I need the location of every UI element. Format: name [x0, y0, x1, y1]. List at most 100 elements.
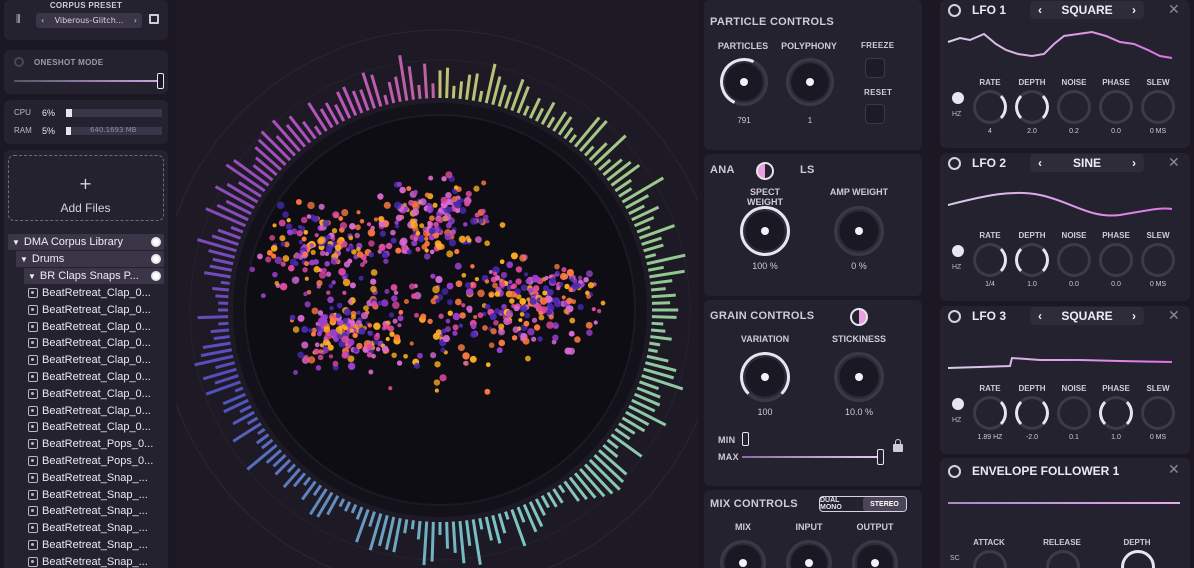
- lfo-slew-knob[interactable]: [1141, 396, 1175, 430]
- lfo-noise-knob[interactable]: [1057, 90, 1091, 124]
- particle: [470, 331, 477, 338]
- save-icon[interactable]: [149, 14, 159, 24]
- dual-mono-option[interactable]: DUAL MONO: [820, 497, 863, 511]
- file-item[interactable]: BeatRetreat_Clap_0...: [28, 285, 166, 301]
- lfo-rate-knob[interactable]: [973, 90, 1007, 124]
- stereo-option[interactable]: STEREO: [863, 497, 906, 511]
- lfo-rate-knob[interactable]: [973, 243, 1007, 277]
- sync-icon[interactable]: [952, 92, 964, 104]
- chevron-left-icon[interactable]: ‹: [41, 16, 44, 25]
- particle: [303, 291, 308, 297]
- mono-stereo-toggle[interactable]: DUAL MONO STEREO: [819, 496, 907, 512]
- variation-knob[interactable]: [740, 352, 790, 402]
- file-item[interactable]: BeatRetreat_Clap_0...: [28, 319, 166, 335]
- lfo-noise-knob[interactable]: [1057, 243, 1091, 277]
- tree-library[interactable]: ▼ DMA Corpus Library: [8, 234, 164, 250]
- particle: [332, 360, 339, 367]
- amp-weight-knob[interactable]: [834, 206, 884, 256]
- oneshot-slider-handle[interactable]: [157, 73, 164, 89]
- min-handle[interactable]: [742, 432, 749, 446]
- particle: [488, 342, 495, 349]
- tree-subfolder[interactable]: ▼ BR Claps Snaps P...: [24, 268, 164, 284]
- contrast-icon[interactable]: [850, 308, 868, 326]
- oneshot-slider[interactable]: [14, 80, 162, 82]
- output-knob[interactable]: [852, 540, 898, 568]
- add-files-button[interactable]: + Add Files: [8, 155, 164, 221]
- file-item[interactable]: BeatRetreat_Clap_0...: [28, 335, 166, 351]
- cpu-value: 6%: [42, 108, 56, 118]
- particle: [304, 261, 310, 267]
- particle: [282, 255, 290, 262]
- oneshot-toggle[interactable]: [14, 57, 24, 67]
- particle: [260, 293, 266, 299]
- preset-selector[interactable]: ‹ Viberous-Glitch... ›: [36, 13, 142, 28]
- lfo-slew-knob[interactable]: [1141, 90, 1175, 124]
- file-item[interactable]: BeatRetreat_Snap_...: [28, 537, 166, 553]
- particle: [309, 243, 315, 248]
- particle-visualizer[interactable]: [176, 0, 698, 568]
- particle: [474, 236, 482, 243]
- polyphony-value: 1: [807, 116, 813, 125]
- release-knob[interactable]: [1046, 550, 1080, 568]
- close-icon[interactable]: ✕: [1168, 462, 1180, 478]
- lfo-depth-knob[interactable]: [1015, 90, 1049, 124]
- ram-meter: 640.1693 MB: [66, 126, 162, 135]
- lfo-slew-knob[interactable]: [1141, 243, 1175, 277]
- tree-folder-radio[interactable]: [151, 254, 161, 264]
- lfo-rate-knob[interactable]: [973, 396, 1007, 430]
- lfo-depth-knob[interactable]: [1015, 243, 1049, 277]
- mix-knob[interactable]: [720, 540, 766, 568]
- particle: [435, 242, 443, 250]
- range-slider-track[interactable]: [742, 456, 880, 458]
- file-item[interactable]: BeatRetreat_Snap_...: [28, 554, 166, 568]
- library-icon[interactable]: ⫼: [16, 14, 21, 25]
- particle: [353, 347, 358, 353]
- sync-icon[interactable]: [952, 398, 964, 410]
- max-handle[interactable]: [877, 449, 884, 465]
- corpus-preset-label: CORPUS PRESET: [49, 1, 123, 10]
- visualizer-canvas: [176, 29, 698, 568]
- file-item[interactable]: BeatRetreat_Snap_...: [28, 470, 166, 486]
- spectrum-bar: [491, 514, 502, 544]
- tree-folder[interactable]: ▼ Drums: [16, 251, 164, 267]
- spect-weight-knob[interactable]: [740, 206, 790, 256]
- lfo-phase-knob[interactable]: [1099, 90, 1133, 124]
- particle: [574, 282, 581, 289]
- spectrum-bar: [504, 91, 513, 109]
- sync-icon[interactable]: [952, 245, 964, 257]
- lfo-depth-knob[interactable]: [1015, 396, 1049, 430]
- file-item[interactable]: BeatRetreat_Clap_0...: [28, 352, 166, 368]
- contrast-icon[interactable]: [756, 162, 774, 180]
- file-item[interactable]: BeatRetreat_Pops_0...: [28, 453, 166, 469]
- reset-button[interactable]: [865, 104, 885, 124]
- envelope-power-button[interactable]: [948, 465, 961, 478]
- file-item[interactable]: BeatRetreat_Pops_0...: [28, 436, 166, 452]
- freeze-button[interactable]: [865, 58, 885, 78]
- lfo-phase-knob[interactable]: [1099, 396, 1133, 430]
- file-item[interactable]: BeatRetreat_Snap_...: [28, 520, 166, 536]
- file-item[interactable]: BeatRetreat_Snap_...: [28, 503, 166, 519]
- particle: [312, 215, 319, 223]
- spectrum-bar: [491, 76, 502, 106]
- attack-knob[interactable]: [973, 550, 1007, 568]
- file-item[interactable]: BeatRetreat_Clap_0...: [28, 419, 166, 435]
- lfo-noise-knob[interactable]: [1057, 396, 1091, 430]
- file-item[interactable]: BeatRetreat_Clap_0...: [28, 386, 166, 402]
- stickiness-knob[interactable]: [834, 352, 884, 402]
- particle: [434, 388, 439, 393]
- tree-subfolder-radio[interactable]: [151, 271, 161, 281]
- particle: [324, 251, 330, 257]
- input-knob[interactable]: [786, 540, 832, 568]
- lfo-phase-knob[interactable]: [1099, 243, 1133, 277]
- particles-knob[interactable]: [713, 51, 775, 113]
- attack-label: ATTACK: [973, 538, 1005, 547]
- file-item[interactable]: BeatRetreat_Snap_...: [28, 487, 166, 503]
- file-item[interactable]: BeatRetreat_Clap_0...: [28, 403, 166, 419]
- file-item[interactable]: BeatRetreat_Clap_0...: [28, 369, 166, 385]
- file-item[interactable]: BeatRetreat_Clap_0...: [28, 302, 166, 318]
- envelope-depth-knob[interactable]: [1121, 550, 1155, 568]
- polyphony-knob[interactable]: [786, 58, 834, 106]
- particle: [339, 222, 348, 230]
- tree-library-radio[interactable]: [151, 237, 161, 247]
- chevron-right-icon[interactable]: ›: [134, 16, 137, 25]
